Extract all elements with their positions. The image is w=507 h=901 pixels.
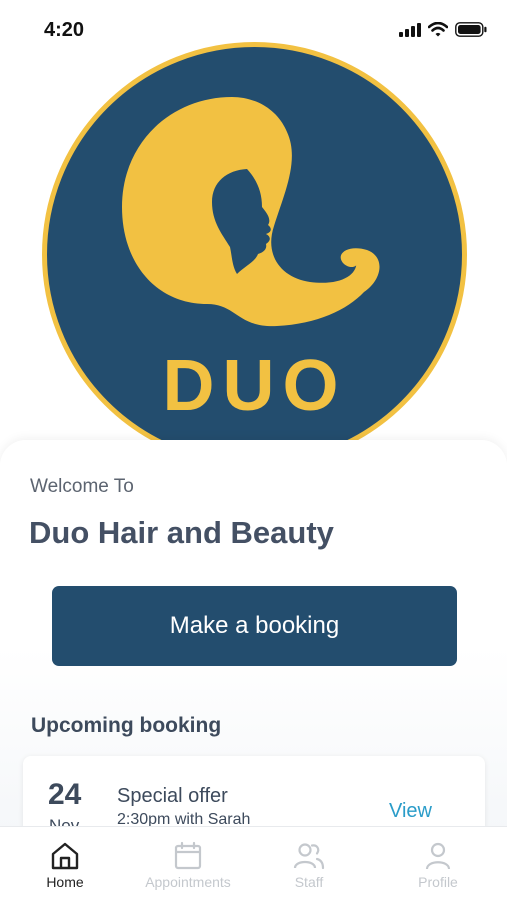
tab-label-appointments: Appointments — [145, 874, 231, 890]
booking-day: 24 — [48, 778, 82, 811]
home-icon — [51, 842, 79, 870]
status-icons — [399, 22, 487, 37]
booking-title: Special offer — [117, 785, 228, 807]
cellular-signal-icon — [399, 22, 421, 37]
tab-staff[interactable]: Staff — [254, 841, 364, 890]
tab-appointments[interactable]: Appointments — [133, 841, 243, 890]
business-name: Duo Hair and Beauty — [29, 515, 334, 550]
tab-bar: Home Appointments Staff Profile — [0, 826, 507, 901]
status-time: 4:20 — [44, 19, 85, 41]
battery-icon — [455, 22, 487, 37]
tab-home[interactable]: Home — [10, 841, 120, 890]
tab-label-profile: Profile — [418, 874, 458, 890]
make-booking-button[interactable]: Make a booking — [52, 586, 457, 666]
tab-label-home: Home — [46, 874, 84, 890]
tab-label-staff: Staff — [294, 874, 324, 890]
wifi-icon — [428, 22, 448, 37]
duo-logo: DUO — [42, 42, 467, 467]
users-icon — [293, 843, 325, 870]
upcoming-booking-heading: Upcoming booking — [31, 714, 222, 737]
welcome-label: Welcome To — [30, 476, 134, 497]
logo-text: DUO — [163, 346, 347, 426]
tab-profile[interactable]: Profile — [383, 841, 493, 890]
view-booking-link[interactable]: View — [389, 800, 432, 823]
calendar-icon — [174, 841, 202, 870]
person-icon — [425, 842, 451, 870]
